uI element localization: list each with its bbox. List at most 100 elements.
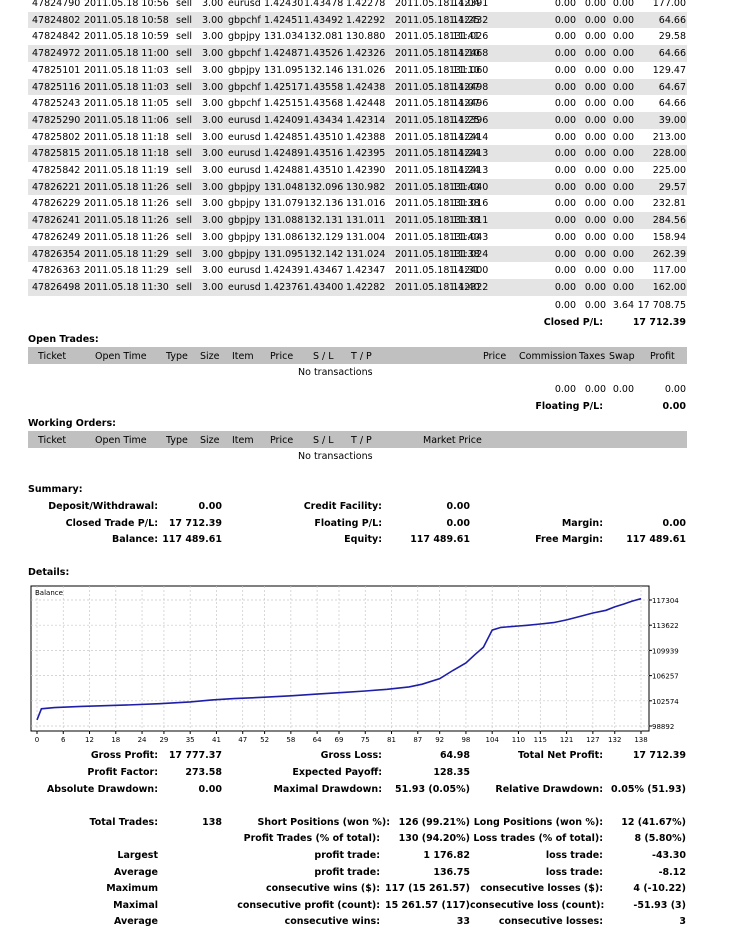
cell-close-price: 1.42396	[449, 114, 489, 126]
table-row: 47825243 2011.05.18 11:05 sell 3.00 gbpchf 1.…	[28, 95, 687, 112]
maximal-cons-profit-value: 15 261.57 (117)	[384, 900, 470, 911]
x-tick-label: 81	[387, 736, 396, 742]
profit-trades-value: 130 (94.20%)	[398, 833, 470, 844]
cell-price: 131.095	[264, 64, 304, 76]
cell-type: sell	[176, 148, 193, 160]
col-sl: S / L	[313, 435, 334, 446]
credit-value: 0.00	[446, 501, 470, 512]
cell-profit: 39.00	[658, 114, 686, 126]
cell-sl: 1.43478	[304, 0, 344, 9]
largest-loss-label: loss trade:	[545, 850, 603, 861]
long-positions-label: Long Positions (won %):	[473, 817, 603, 828]
cell-close-price: 131.040	[449, 181, 489, 193]
cell-ticket: 47825802	[32, 131, 81, 143]
cell-swap: 0.00	[612, 248, 634, 260]
cell-swap: 0.00	[612, 14, 634, 26]
cell-item: gbpchf	[228, 48, 261, 60]
cell-profit: 284.56	[652, 215, 686, 227]
cell-profit: 64.66	[658, 98, 686, 110]
cell-commission: 0.00	[554, 64, 576, 76]
cell-type: sell	[176, 81, 193, 93]
col-profit: Profit	[650, 351, 675, 362]
cell-profit: 225.00	[652, 165, 686, 176]
cell-commission: 0.00	[554, 0, 576, 9]
cell-item: eurusd	[228, 0, 261, 9]
cell-close-price: 131.060	[449, 64, 489, 76]
cell-profit: 177.00	[652, 0, 686, 9]
cell-profit: 213.00	[652, 131, 686, 143]
table-row: 47826241 2011.05.18 11:26 sell 3.00 gbpjpy 13…	[28, 212, 687, 229]
cell-type: sell	[176, 64, 193, 76]
gross-loss-value: 64.98	[439, 750, 470, 761]
deposit-label: Deposit/Withdrawal:	[48, 501, 158, 512]
cell-item: eurusd	[228, 265, 261, 277]
y-tick-label: 98892	[652, 723, 674, 731]
max-cons-losses-value: 4 (-10.22)	[633, 883, 686, 894]
x-tick-label: 132	[608, 736, 621, 742]
cell-size: 3.00	[202, 0, 224, 9]
cell-open-time: 2011.05.18 11:18	[84, 131, 169, 143]
cell-profit: 29.57	[658, 181, 686, 193]
cell-sl: 1.43516	[304, 148, 344, 160]
total-net-profit-label: Total Net Profit:	[517, 750, 603, 761]
cell-profit: 64.66	[658, 48, 686, 60]
cell-close-price: 1.42432	[449, 14, 489, 26]
cell-commission: 0.00	[554, 48, 576, 60]
working-orders-empty: No transactions	[298, 451, 373, 462]
cell-open-time: 2011.05.18 11:03	[84, 64, 169, 76]
cell-ticket: 47824802	[32, 14, 81, 26]
average-loss-label: loss trade:	[545, 867, 603, 878]
cell-type: sell	[176, 281, 193, 293]
x-tick-label: 98	[461, 736, 470, 742]
table-row: 47826221 2011.05.18 11:26 sell 3.00 gbpjpy 13…	[28, 178, 687, 196]
cell-tp: 1.42395	[346, 148, 386, 160]
cell-ticket: 47825290	[32, 114, 81, 126]
cell-type: sell	[176, 48, 193, 60]
closed-trade-pl-label: Closed Trade P/L:	[65, 518, 158, 529]
cell-commission: 0.00	[554, 265, 576, 277]
cell-tp: 1.42390	[346, 165, 386, 176]
cell-close-price: 1.42496	[449, 98, 489, 110]
cell-profit: 158.94	[652, 231, 686, 243]
cell-size: 3.00	[202, 98, 224, 110]
cell-open-time: 2011.05.18 11:29	[84, 265, 169, 277]
x-tick-label: 47	[238, 736, 247, 742]
cell-tp: 1.42438	[346, 81, 386, 93]
cell-sl: 132.136	[304, 198, 344, 210]
cell-tp: 131.024	[346, 248, 386, 260]
x-tick-label: 18	[111, 736, 120, 742]
col-price2: Price	[483, 351, 507, 362]
cell-item: gbpjpy	[228, 231, 261, 243]
cell-swap: 0.00	[612, 114, 634, 126]
col-sl: S / L	[313, 351, 334, 362]
avg-cons-losses-value: 3	[679, 916, 686, 927]
cell-type: sell	[176, 231, 193, 243]
chart-legend: Balance	[35, 589, 63, 597]
y-tick-label: 109939	[652, 647, 679, 655]
profit-trades-label: Profit Trades (% of total):	[243, 833, 380, 844]
average-profit-value: 136.75	[433, 867, 470, 878]
loss-trades-value: 8 (5.80%)	[634, 833, 686, 844]
cell-type: sell	[176, 14, 193, 26]
cell-ticket: 47825243	[32, 98, 81, 110]
cell-item: gbpjpy	[228, 198, 261, 210]
average-cons-label: Average	[114, 916, 158, 927]
cell-tp: 1.42278	[346, 0, 386, 9]
cell-price: 1.42485	[264, 131, 304, 143]
summary-floating-value: 0.00	[446, 518, 470, 529]
cell-close-price: 131.024	[449, 248, 489, 260]
x-tick-label: 115	[534, 736, 547, 742]
cell-tp: 131.026	[346, 64, 386, 76]
short-positions-value: 126 (99.21%)	[398, 817, 470, 828]
cell-item: gbpjpy	[228, 215, 261, 227]
cell-swap: 0.00	[612, 148, 634, 160]
x-tick-label: 29	[159, 736, 168, 742]
y-tick-label: 117304	[652, 597, 679, 605]
cell-open-time: 2011.05.18 11:26	[84, 231, 169, 243]
cell-swap: 0.00	[612, 181, 634, 193]
maximal-cons-loss-label: consecutive loss (count):	[470, 900, 605, 911]
cell-sl: 132.081	[304, 31, 344, 43]
cell-swap: 0.00	[612, 64, 634, 76]
table-row: 47825290 2011.05.18 11:06 sell 3.00 eurusd 1.…	[28, 111, 687, 129]
cell-price: 1.42376	[264, 281, 304, 293]
